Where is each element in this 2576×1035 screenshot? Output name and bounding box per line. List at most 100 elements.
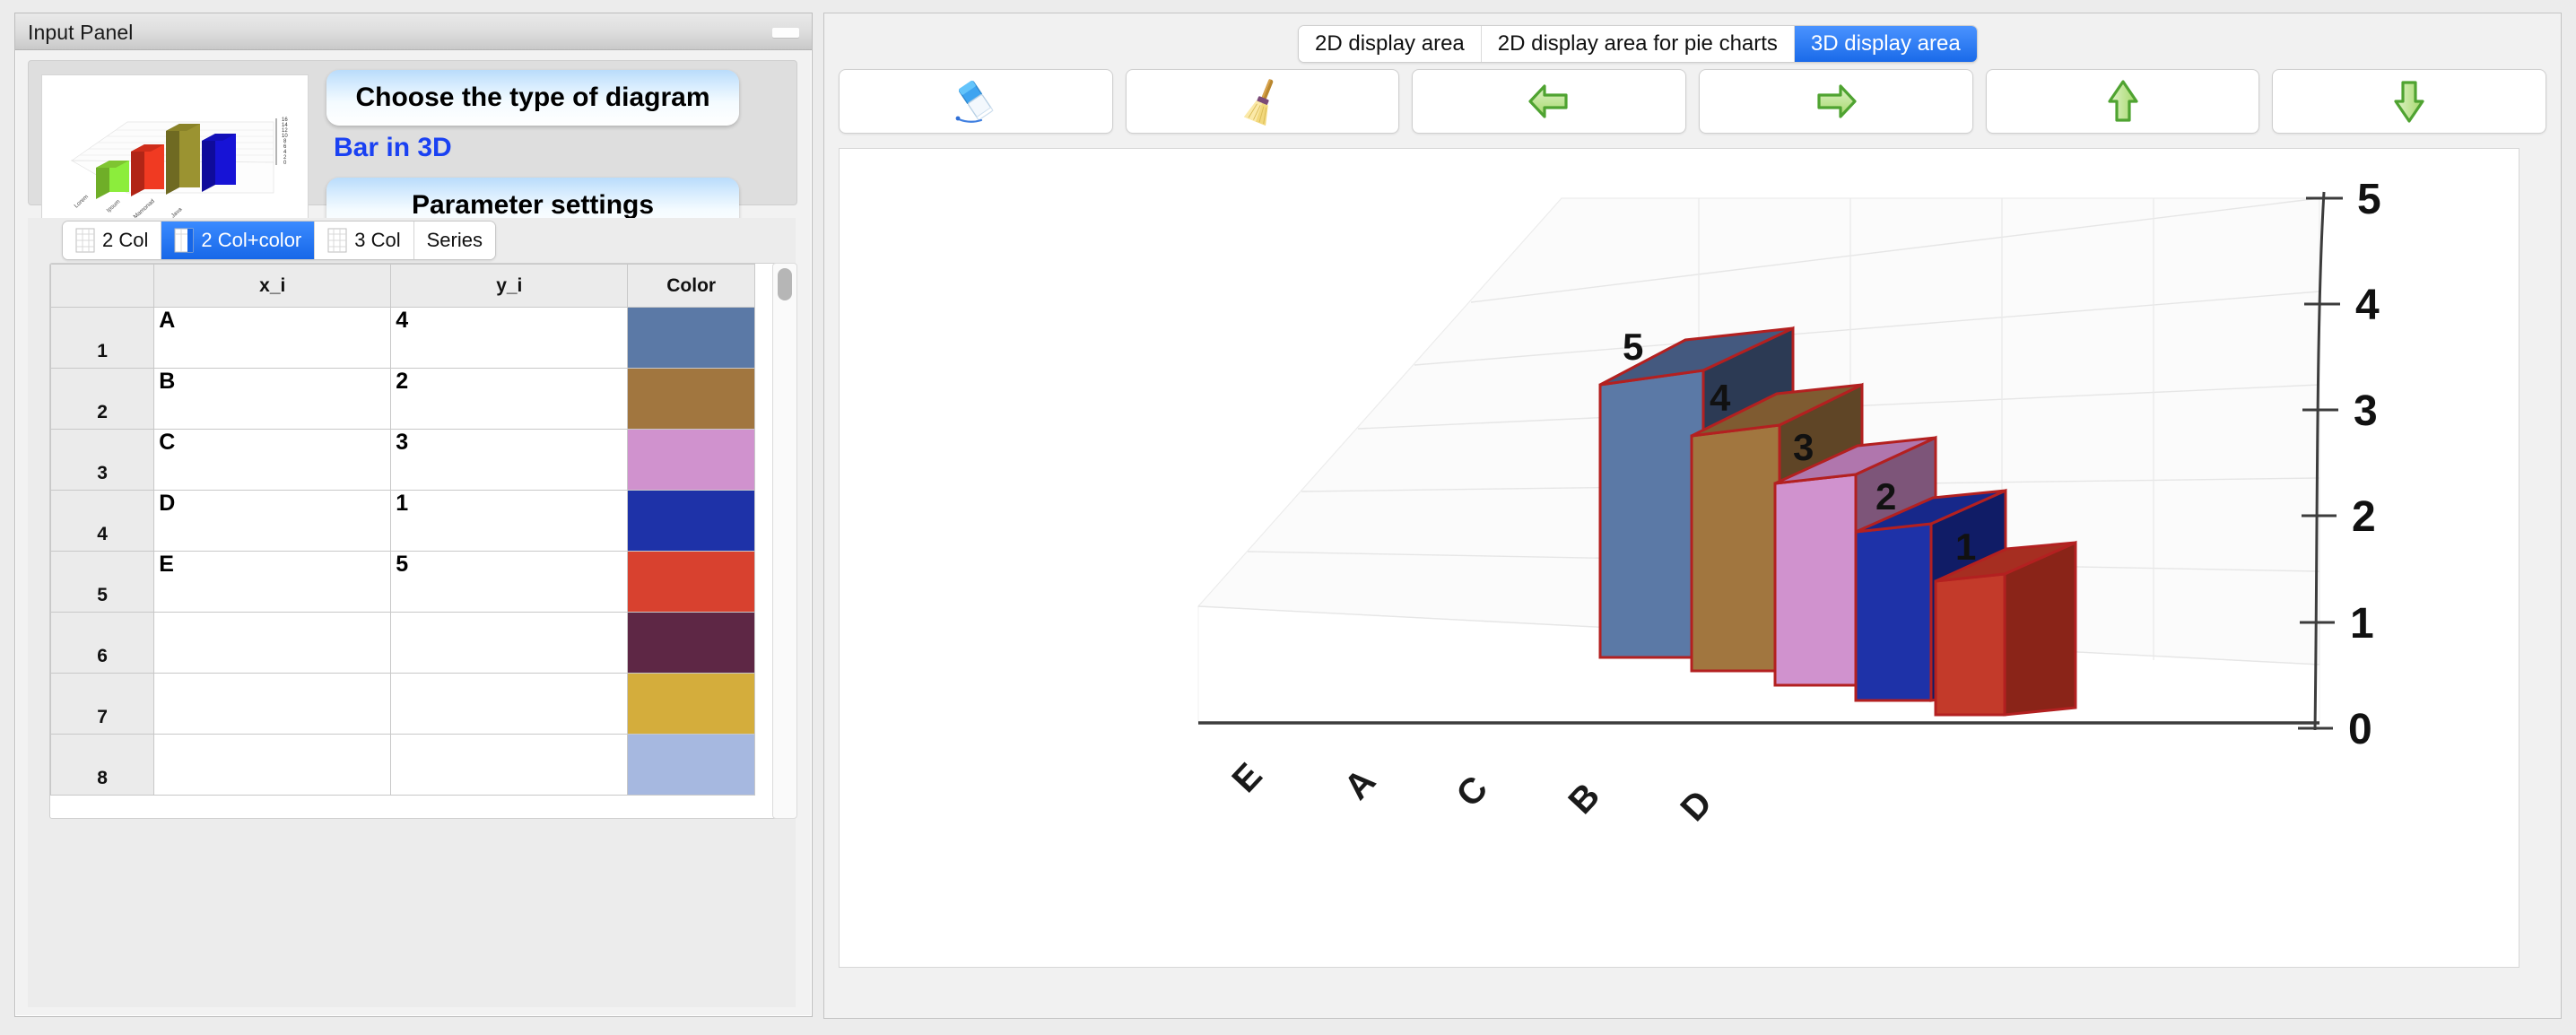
row-index: 2 <box>50 368 155 430</box>
bar-value-label: 3 <box>1793 426 1814 468</box>
table-scrollbar[interactable] <box>772 263 797 819</box>
chart-canvas[interactable]: 5 4 3 2 1 5 4 3 2 1 0 E A C B D <box>839 148 2519 968</box>
cell-x[interactable] <box>153 734 392 796</box>
cell-y[interactable] <box>390 734 629 796</box>
row-index: 6 <box>50 612 155 674</box>
cell-color[interactable] <box>627 734 755 796</box>
cell-y[interactable] <box>390 673 629 735</box>
table-row[interactable]: 4 D 1 <box>50 490 755 552</box>
bar-value-label: 4 <box>1710 377 1731 419</box>
app-root: Input Panel 16 14 12 10 8 6 4 2 0 Lorem … <box>0 0 2576 1035</box>
chart-toolbar <box>839 69 2547 134</box>
tab-2-col-color[interactable]: 2 Col+color <box>161 222 316 259</box>
arrow-down-icon <box>2394 81 2424 123</box>
svg-text:5: 5 <box>2357 176 2381 223</box>
cell-x[interactable]: C <box>153 429 392 491</box>
tab-3-col[interactable]: 3 Col <box>315 222 414 259</box>
tab-3d-display-area[interactable]: 3D display area <box>1794 26 1977 62</box>
arrow-up-icon <box>2107 80 2138 122</box>
cell-color[interactable] <box>627 490 755 552</box>
cell-y[interactable]: 1 <box>390 490 629 552</box>
cell-y[interactable]: 3 <box>390 429 629 491</box>
row-index: 3 <box>50 429 155 491</box>
table-row[interactable]: 2 B 2 <box>50 368 755 430</box>
color-swatch <box>628 613 754 673</box>
cell-y[interactable] <box>390 612 629 674</box>
broom-button[interactable] <box>1125 69 1400 134</box>
row-index: 8 <box>50 734 155 796</box>
color-swatch <box>628 674 754 734</box>
rotate-down-button[interactable] <box>2272 69 2547 134</box>
cell-y[interactable]: 5 <box>390 551 629 613</box>
tab-series-label: Series <box>426 229 483 251</box>
cell-color[interactable] <box>627 673 755 735</box>
tab-2-col[interactable]: 2 Col <box>63 222 162 259</box>
minimize-icon[interactable] <box>772 28 799 38</box>
bar-D[interactable]: 1 <box>1934 526 2077 717</box>
eraser-icon <box>955 80 994 123</box>
cell-y[interactable]: 2 <box>390 368 629 430</box>
tab-2-col-color-label: 2 Col+color <box>201 229 302 251</box>
col-header-color[interactable]: Color <box>627 264 755 308</box>
col-header-x[interactable]: x_i <box>153 264 392 308</box>
svg-text:1: 1 <box>2350 600 2374 648</box>
svg-text:2: 2 <box>2352 493 2376 541</box>
chart-y-tick-labels: 5 4 3 2 1 0 <box>2348 176 2381 753</box>
color-swatch <box>628 491 754 551</box>
bar-value-label: 5 <box>1623 326 1643 368</box>
spreadsheet-color-icon <box>174 228 194 253</box>
selected-diagram-type-label: Bar in 3D <box>334 133 452 162</box>
svg-text:0: 0 <box>2348 706 2372 753</box>
cell-color[interactable] <box>627 612 755 674</box>
svg-text:A: A <box>1336 761 1383 807</box>
chart-x-tick-labels: E A C B D <box>1224 756 1719 830</box>
eraser-button[interactable] <box>839 69 1113 134</box>
tab-2d-pie-display-area[interactable]: 2D display area for pie charts <box>1481 26 1795 62</box>
cell-color[interactable] <box>627 429 755 491</box>
tab-2d-display-area-label: 2D display area <box>1315 31 1465 56</box>
table-row[interactable]: 8 <box>50 734 755 796</box>
arrow-right-icon <box>1817 84 1857 118</box>
color-swatch <box>628 308 754 368</box>
table-body: 1 A 4 2 B 2 3 C 3 4 D 1 5 E 5 6 7 8 <box>50 307 755 796</box>
cell-color[interactable] <box>627 551 755 613</box>
rotate-up-button[interactable] <box>1985 69 2260 134</box>
cell-x[interactable] <box>153 673 392 735</box>
spreadsheet-icon <box>75 228 95 253</box>
rotate-left-button[interactable] <box>1412 69 1687 134</box>
cell-color[interactable] <box>627 307 755 369</box>
arrow-left-icon <box>1528 84 1568 118</box>
table-row[interactable]: 6 <box>50 612 755 674</box>
table-row[interactable]: 3 C 3 <box>50 429 755 491</box>
tab-series[interactable]: Series <box>413 222 495 259</box>
table-row[interactable]: 1 A 4 <box>50 307 755 369</box>
input-panel-titlebar: Input Panel <box>15 13 812 50</box>
cell-x[interactable] <box>153 612 392 674</box>
cell-x[interactable]: B <box>153 368 392 430</box>
table-scrollbar-thumb[interactable] <box>778 268 792 300</box>
preview-chart-svg: 1614 1210 86 42 0 Lorem Ipsum Mamonad Ja… <box>42 75 308 224</box>
col-header-y[interactable]: y_i <box>390 264 629 308</box>
display-panel: 2D display area 2D display area for pie … <box>823 13 2562 1019</box>
svg-text:C: C <box>1449 769 1495 814</box>
display-area-tabs: 2D display area 2D display area for pie … <box>1298 25 1978 63</box>
color-swatch <box>628 369 754 429</box>
cell-x[interactable]: D <box>153 490 392 552</box>
choose-diagram-type-button[interactable]: Choose the type of diagram <box>326 70 739 126</box>
col-header-index[interactable] <box>50 264 155 308</box>
cell-x[interactable]: E <box>153 551 392 613</box>
svg-text:D: D <box>1673 783 1719 829</box>
data-grid-table: x_i y_i Color 1 A 4 2 B 2 3 C 3 4 D 1 5 … <box>50 264 755 796</box>
cell-color[interactable] <box>627 368 755 430</box>
cell-y[interactable]: 4 <box>390 307 629 369</box>
table-row[interactable]: 7 <box>50 673 755 735</box>
svg-text:B: B <box>1561 776 1607 822</box>
cell-x[interactable]: A <box>153 307 392 369</box>
data-grid[interactable]: x_i y_i Color 1 A 4 2 B 2 3 C 3 4 D 1 5 … <box>49 263 785 819</box>
table-row[interactable]: 5 E 5 <box>50 551 755 613</box>
tab-3d-display-area-label: 3D display area <box>1810 31 1961 56</box>
tab-2d-display-area[interactable]: 2D display area <box>1299 26 1482 62</box>
rotate-right-button[interactable] <box>1699 69 1973 134</box>
color-swatch <box>628 552 754 612</box>
diagram-preview-thumbnail[interactable]: 16 14 12 10 86 42 0 Lorem Ipsum Mamonad Ja… <box>41 74 309 225</box>
